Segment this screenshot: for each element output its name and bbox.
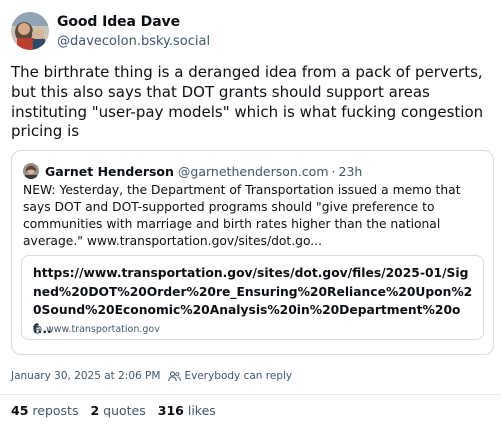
quote-author-handle: @garnethenderson.com bbox=[177, 163, 329, 179]
post-timestamp: January 30, 2025 at 2:06 PM bbox=[11, 370, 161, 382]
author-handle[interactable]: @davecolon.bsky.social bbox=[57, 33, 210, 50]
post-text: The birthrate thing is a deranged idea f… bbox=[11, 63, 484, 141]
quote-header: Garnet Henderson @garnethenderson.com · … bbox=[23, 163, 362, 179]
people-icon bbox=[168, 371, 182, 382]
link-preview-domain: www.transportation.gov bbox=[33, 324, 160, 335]
post-header: Good Idea Dave @davecolon.bsky.social bbox=[11, 12, 210, 50]
quote-separator: · bbox=[331, 163, 336, 179]
link-domain-text: www.transportation.gov bbox=[46, 324, 160, 335]
likes-label: likes bbox=[187, 403, 216, 418]
divider bbox=[0, 394, 501, 395]
reply-setting[interactable]: Everybody can reply bbox=[184, 370, 292, 382]
globe-icon bbox=[33, 325, 42, 334]
quotes-stat[interactable]: 2 quotes bbox=[90, 403, 145, 418]
quotes-label: quotes bbox=[103, 403, 146, 418]
reposts-label: reposts bbox=[32, 403, 79, 418]
quote-text: NEW: Yesterday, the Department of Transp… bbox=[23, 183, 461, 248]
likes-stat[interactable]: 316 likes bbox=[158, 403, 216, 418]
quotes-count: 2 bbox=[90, 403, 100, 418]
post-stats: 45 reposts 2 quotes 316 likes bbox=[11, 403, 228, 418]
quote-timestamp: 23h bbox=[338, 163, 363, 179]
post-meta: January 30, 2025 at 2:06 PM Everybody ca… bbox=[11, 370, 292, 382]
reposts-stat[interactable]: 45 reposts bbox=[11, 403, 78, 418]
author-avatar[interactable] bbox=[11, 12, 49, 50]
link-preview-card[interactable]: https://www.transportation.gov/sites/dot… bbox=[21, 255, 484, 340]
quote-author-name: Garnet Henderson bbox=[45, 163, 174, 179]
reposts-count: 45 bbox=[11, 403, 29, 418]
likes-count: 316 bbox=[157, 403, 184, 418]
author-display-name[interactable]: Good Idea Dave bbox=[57, 13, 210, 31]
quote-author-avatar bbox=[23, 163, 39, 179]
